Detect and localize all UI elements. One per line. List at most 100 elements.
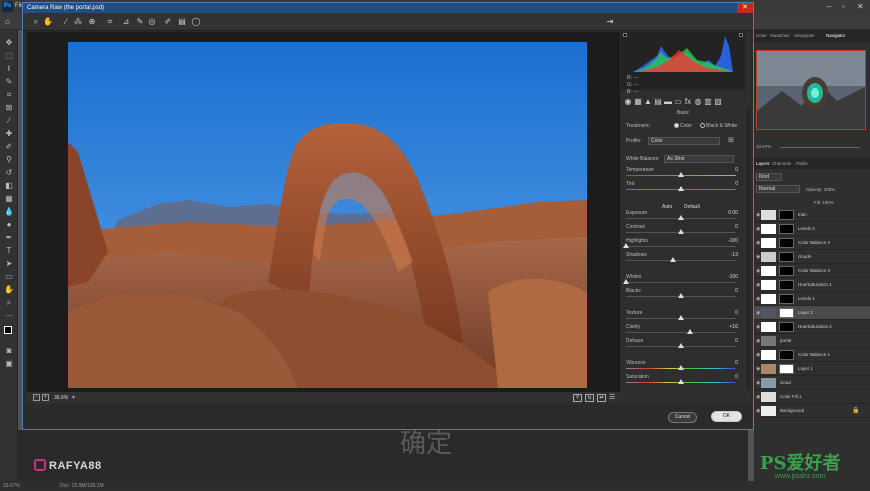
- effects-icon[interactable]: fx: [683, 97, 693, 107]
- slider-value-clarity[interactable]: +16: [730, 324, 738, 330]
- layer-mask-thumbnail[interactable]: [779, 294, 794, 304]
- layer-row[interactable]: ◉ cloud: [754, 376, 870, 390]
- layer-mask-thumbnail[interactable]: [779, 252, 794, 262]
- navigator-thumbnail[interactable]: [756, 50, 866, 130]
- slider-value-tint[interactable]: 0: [735, 181, 738, 187]
- foreground-color-swatch[interactable]: [4, 326, 12, 334]
- layer-mask-thumbnail[interactable]: [779, 322, 794, 332]
- quick-select-tool-icon[interactable]: ✎: [4, 77, 14, 87]
- layer-thumbnail[interactable]: [761, 378, 776, 388]
- color-sampler-tool-icon[interactable]: ⁂: [73, 17, 83, 27]
- zoom-tool-icon[interactable]: ⌕: [31, 17, 41, 27]
- slider-knob-dehaze[interactable]: [678, 343, 684, 348]
- slider-value-shadows[interactable]: -13: [731, 252, 738, 258]
- layer-row[interactable]: ◉ Color Balance 2: [754, 236, 870, 250]
- layer-mask-thumbnail[interactable]: [779, 238, 794, 248]
- layer-thumbnail[interactable]: [761, 406, 776, 416]
- slider-knob-blacks[interactable]: [678, 293, 684, 298]
- red-eye-tool-icon[interactable]: ◎: [147, 17, 157, 27]
- slider-value-highlights[interactable]: -100: [728, 238, 738, 244]
- profile-browser-icon[interactable]: ⊞: [728, 136, 734, 144]
- layer-mask-thumbnail[interactable]: [779, 224, 794, 234]
- move-tool-icon[interactable]: ✥: [4, 38, 14, 48]
- zoom-tool-icon[interactable]: ⌕: [4, 298, 14, 308]
- pen-tool-icon[interactable]: ✒: [4, 233, 14, 243]
- layer-mask-thumbnail[interactable]: [779, 280, 794, 290]
- basic-panel-icon[interactable]: ◉: [623, 97, 633, 107]
- snapshots-icon[interactable]: ▨: [713, 97, 723, 107]
- slider-knob-contrast[interactable]: [678, 229, 684, 234]
- slider-knob-temperature[interactable]: [678, 172, 684, 177]
- layer-thumbnail[interactable]: [761, 210, 776, 220]
- slider-track-temperature[interactable]: [626, 172, 736, 177]
- layer-thumbnail[interactable]: [761, 322, 776, 332]
- path-select-tool-icon[interactable]: ➤: [4, 259, 14, 269]
- layer-thumbnail[interactable]: [761, 336, 776, 346]
- slider-track-whites[interactable]: [623, 279, 736, 284]
- screen-mode-icon[interactable]: ▣: [4, 359, 14, 369]
- tab-swatches[interactable]: Swatches: [770, 33, 790, 38]
- fill-field[interactable]: Fill: 100%: [814, 200, 834, 205]
- layer-thumbnail[interactable]: [761, 364, 776, 374]
- brush-tool-icon[interactable]: ✐: [4, 142, 14, 152]
- slider-value-saturation[interactable]: 0: [735, 374, 738, 380]
- layer-mask-thumbnail[interactable]: [779, 364, 794, 374]
- opacity-field[interactable]: Opacity: 100%: [806, 187, 835, 192]
- visibility-eye-icon[interactable]: ◉: [756, 226, 760, 232]
- radial-filter-icon[interactable]: ◯: [191, 17, 201, 27]
- slider-value-texture[interactable]: 0: [735, 310, 738, 316]
- layer-row[interactable]: ◉ clouds: [754, 250, 870, 264]
- visibility-eye-icon[interactable]: ◉: [756, 240, 760, 246]
- presets-icon[interactable]: ▥: [703, 97, 713, 107]
- gradient-tool-icon[interactable]: ▦: [4, 194, 14, 204]
- visibility-eye-icon[interactable]: ◉: [756, 394, 760, 400]
- slider-knob-texture[interactable]: [678, 315, 684, 320]
- slider-track-tint[interactable]: [626, 186, 736, 191]
- layer-mask-thumbnail[interactable]: [779, 308, 794, 318]
- layer-row[interactable]: ◉ Color Fill 1: [754, 390, 870, 404]
- photo-preview[interactable]: [68, 42, 587, 388]
- layer-row[interactable]: ◉ Background 🔒: [754, 404, 870, 418]
- shadow-clipping-icon[interactable]: [623, 33, 627, 37]
- layer-row[interactable]: ◉ Color Balance 1: [754, 348, 870, 362]
- window-close-icon[interactable]: ✕: [857, 2, 864, 11]
- slider-knob-shadows[interactable]: [670, 257, 677, 262]
- layer-thumbnail[interactable]: [761, 294, 776, 304]
- eyedropper-tool-icon[interactable]: ⁄: [4, 116, 14, 126]
- slider-knob-vibrance[interactable]: [678, 365, 684, 370]
- zoom-out-icon[interactable]: −: [33, 394, 40, 401]
- tone-curve-icon[interactable]: ▦: [633, 97, 643, 107]
- slider-track-dehaze[interactable]: [626, 343, 736, 348]
- visibility-eye-icon[interactable]: ◉: [756, 380, 760, 386]
- graduated-filter-icon[interactable]: ▤: [177, 17, 187, 27]
- copy-settings-icon[interactable]: ⇄: [597, 394, 606, 402]
- zoom-dropdown-icon[interactable]: ▾: [72, 394, 75, 401]
- layer-row[interactable]: ◉ Layer 2: [754, 306, 870, 320]
- slider-value-dehaze[interactable]: 0: [735, 338, 738, 344]
- crop-tool-icon[interactable]: ⌗: [105, 17, 115, 27]
- tab-color[interactable]: Color: [756, 33, 767, 38]
- history-brush-tool-icon[interactable]: ↺: [4, 168, 14, 178]
- visibility-eye-icon[interactable]: ◉: [756, 310, 760, 316]
- hand-tool-icon[interactable]: ✋: [4, 285, 14, 295]
- tab-navigator[interactable]: Navigator: [826, 33, 845, 38]
- compare-views-icon[interactable]: Y: [573, 394, 582, 402]
- slider-knob-tint[interactable]: [678, 186, 684, 191]
- slider-knob-exposure[interactable]: [678, 215, 684, 220]
- detail-icon[interactable]: ▲: [643, 97, 653, 107]
- layer-row[interactable]: ◉ Hue/Saturation 1: [754, 278, 870, 292]
- layer-mask-thumbnail[interactable]: [779, 266, 794, 276]
- calibration-icon[interactable]: ◍: [693, 97, 703, 107]
- home-icon[interactable]: ⌂: [5, 17, 10, 26]
- tab-paths[interactable]: Paths: [796, 161, 808, 166]
- target-adjust-tool-icon[interactable]: ⊕: [87, 17, 97, 27]
- eraser-tool-icon[interactable]: ◧: [4, 181, 14, 191]
- layer-thumbnail[interactable]: [761, 238, 776, 248]
- layer-row[interactable]: ◉ Layer 1: [754, 362, 870, 376]
- quick-mask-icon[interactable]: ◙: [4, 346, 14, 356]
- visibility-eye-icon[interactable]: ◉: [756, 324, 760, 330]
- slider-value-exposure[interactable]: 0.00: [728, 210, 738, 216]
- crop-tool-icon[interactable]: ⌗: [4, 90, 14, 100]
- visibility-eye-icon[interactable]: ◉: [756, 254, 760, 260]
- layer-row[interactable]: ◉ portal: [754, 334, 870, 348]
